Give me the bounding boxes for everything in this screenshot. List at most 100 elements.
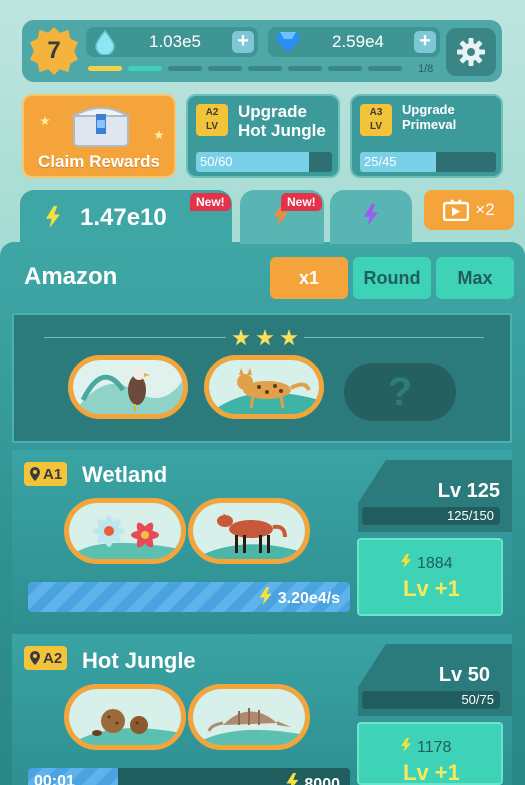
lightning-icon xyxy=(259,587,272,605)
sparkle-icon xyxy=(40,116,50,126)
water-value: 1.03e5 xyxy=(149,32,201,51)
upgrade-label: Lv +1 xyxy=(403,576,460,601)
upgrade-progress-bar: 50/60 xyxy=(196,152,332,172)
lightning-icon xyxy=(46,206,60,228)
area-card-wetland: A1 Wetland 3.20e4/s Lv 125 125/150 1884 … xyxy=(12,450,512,628)
upgrade-cost-value: 1884 xyxy=(417,555,453,572)
area-level-progress-text: 50/75 xyxy=(461,692,494,707)
ad-boost-button[interactable]: ×2 xyxy=(424,190,514,230)
progress-segment xyxy=(128,66,162,71)
settings-button[interactable] xyxy=(446,28,496,76)
area-card-hot-jungle: A2 Hot Jungle 00:01 8000 Lv 50 50/75 117… xyxy=(12,634,512,785)
animal-slot-armadillo[interactable] xyxy=(188,684,310,750)
area-level: Lv 125 xyxy=(437,480,500,502)
gear-icon xyxy=(457,38,485,66)
progress-segment xyxy=(168,66,202,71)
multiplier-max-button[interactable]: Max xyxy=(436,257,514,299)
animal-slot-flower[interactable] xyxy=(64,498,186,564)
upgrade-progress-bar: 25/45 xyxy=(360,152,496,172)
area-level-progress-text: 125/150 xyxy=(447,508,494,523)
armadillo-icon xyxy=(193,689,305,745)
area-tag-code: A3 xyxy=(369,107,383,118)
production-bar: 3.20e4/s xyxy=(28,582,350,612)
ocelot-icon xyxy=(209,360,319,414)
player-level: 7 xyxy=(47,37,61,64)
upgrade-cost: 1884 xyxy=(401,554,453,573)
area-tag: A1 xyxy=(24,462,68,486)
location-pin-icon xyxy=(30,467,40,481)
area-name: Wetland xyxy=(82,462,168,487)
claim-rewards-label: Claim Rewards xyxy=(38,152,160,171)
upgrade-label: Lv +1 xyxy=(403,760,460,785)
production-amount: 8000 xyxy=(286,773,340,785)
location-pin-icon xyxy=(30,651,40,665)
production-bar: 00:01 8000 xyxy=(28,768,350,785)
progress-segment xyxy=(288,66,322,71)
star-icon xyxy=(232,329,250,346)
tab-purple-energy[interactable] xyxy=(330,190,412,244)
upgrade-primeval-card[interactable]: A3 LV Upgrade Primeval 25/45 xyxy=(350,94,503,178)
add-water-button[interactable]: + xyxy=(232,31,254,53)
area-upgrade-button[interactable]: 1178 Lv +1 xyxy=(357,722,503,785)
upgrade-progress-text: 25/45 xyxy=(364,154,397,169)
player-level-badge[interactable]: 7 xyxy=(30,27,78,75)
area-tag: A2 xyxy=(24,646,68,670)
animal-slot-maned-wolf[interactable] xyxy=(188,498,310,564)
star-icon xyxy=(280,329,298,346)
multiplier-x1-button[interactable]: x1 xyxy=(270,257,348,299)
upgrade-title: Upgrade Primeval xyxy=(402,102,456,132)
locked-animal-slot[interactable]: ? xyxy=(344,363,456,421)
region-title: Amazon xyxy=(24,263,118,290)
gem-resource: 2.59e4 + xyxy=(268,27,440,57)
area-tag-code: A2 xyxy=(205,107,219,118)
upgrade-cost-value: 1178 xyxy=(417,739,452,756)
water-drop-icon xyxy=(95,29,115,55)
area-level: Lv 50 xyxy=(438,664,490,686)
area-tag-code: A1 xyxy=(43,465,63,483)
production-timer: 00:01 xyxy=(34,773,75,785)
treasure-chest-icon xyxy=(70,107,132,147)
upgrade-title: Upgrade Hot Jungle xyxy=(238,102,326,140)
collection-stars xyxy=(226,329,304,347)
boost-multiplier: ×2 xyxy=(475,200,495,219)
new-badge: New! xyxy=(281,193,322,211)
progress-segment xyxy=(328,66,362,71)
area-level-tag: A3 LV xyxy=(360,104,392,136)
progress-segment xyxy=(88,66,122,71)
maned-wolf-icon xyxy=(193,503,305,559)
area-level-progress: 125/150 xyxy=(362,507,500,525)
animal-slot-eagle[interactable] xyxy=(68,355,188,419)
multiplier-round-button[interactable]: Round xyxy=(353,257,431,299)
area-tag-code: A2 xyxy=(43,649,63,667)
lightning-icon xyxy=(401,554,411,568)
new-badge: New! xyxy=(190,193,231,211)
claim-rewards-card[interactable]: Claim Rewards xyxy=(22,94,176,178)
lightning-icon xyxy=(364,204,378,226)
upgrade-progress-text: 50/60 xyxy=(200,154,233,169)
add-gems-button[interactable]: + xyxy=(414,31,436,53)
area-level-progress: 50/75 xyxy=(362,691,500,709)
area-upgrade-button[interactable]: 1884 Lv +1 xyxy=(357,538,503,616)
upgrade-title-line2: Primeval xyxy=(402,117,457,132)
animal-slot-ocelot[interactable] xyxy=(204,355,324,419)
area-level-tag: A2 LV xyxy=(196,104,228,136)
area-tag-level: LV xyxy=(369,121,383,132)
upgrade-cost: 1178 xyxy=(401,738,451,757)
animal-slot-nuts[interactable] xyxy=(64,684,186,750)
lightning-icon xyxy=(401,738,411,752)
sparkle-icon xyxy=(154,130,164,140)
tv-icon xyxy=(443,199,470,221)
animal-collection: ? xyxy=(12,313,512,443)
progress-segment xyxy=(248,66,282,71)
production-amount-value: 8000 xyxy=(304,776,340,785)
upgrade-hot-jungle-card[interactable]: A2 LV Upgrade Hot Jungle 50/60 xyxy=(186,94,340,178)
diamond-icon xyxy=(275,32,301,53)
area-tag-level: LV xyxy=(205,121,219,132)
question-mark-icon: ? xyxy=(387,369,413,414)
water-resource: 1.03e5 + xyxy=(86,27,258,57)
level-progress-label: 1/8 xyxy=(418,63,434,75)
energy-value: 1.47e10 xyxy=(80,204,167,231)
gem-value: 2.59e4 xyxy=(332,32,384,51)
production-rate-value: 3.20e4/s xyxy=(277,590,340,607)
flower-icon xyxy=(69,503,181,559)
